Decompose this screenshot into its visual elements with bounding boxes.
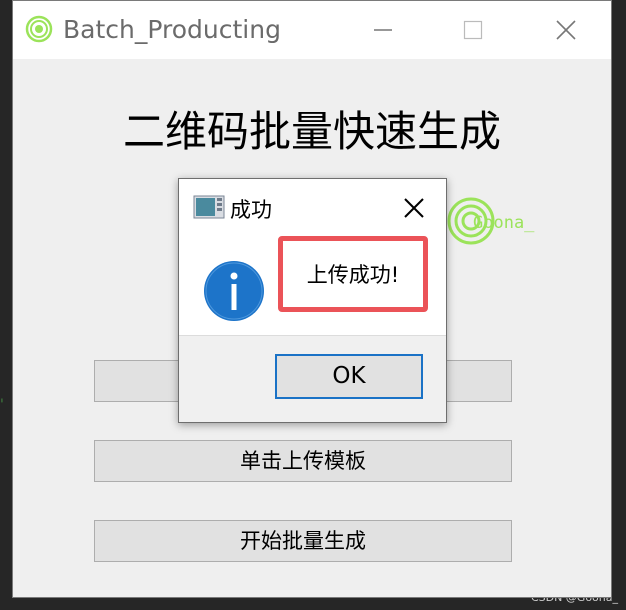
- background-editor-text: ': [0, 395, 10, 435]
- page-title: 二维码批量快速生成: [122, 107, 501, 156]
- title-bar[interactable]: Batch_Producting: [13, 1, 611, 59]
- window-title: Batch_Producting: [63, 15, 281, 44]
- dialog-window-icon: [193, 195, 225, 219]
- dialog-body: 上传成功!: [179, 235, 446, 336]
- dialog-close-button[interactable]: [392, 191, 436, 225]
- dialog-message: 上传成功!: [306, 263, 400, 287]
- info-icon: [204, 261, 264, 321]
- message-highlight: 上传成功!: [278, 236, 428, 312]
- goona-logo: Goona_: [447, 197, 535, 245]
- dialog-title-bar[interactable]: 成功: [179, 179, 446, 235]
- close-icon: [404, 198, 424, 218]
- start-batch-button[interactable]: 开始批量生成: [94, 520, 512, 562]
- close-button[interactable]: [546, 11, 586, 49]
- ok-button[interactable]: OK: [275, 354, 423, 399]
- upload-template-button[interactable]: 单击上传模板: [94, 440, 512, 482]
- maximize-button[interactable]: [453, 11, 493, 49]
- logo-text: Goona_: [473, 213, 535, 233]
- success-dialog: 成功 上传成功! OK: [178, 178, 447, 423]
- app-logo-icon: [25, 15, 53, 43]
- close-icon: [556, 20, 576, 40]
- minimize-button[interactable]: [363, 11, 403, 49]
- maximize-icon: [463, 20, 483, 40]
- dialog-title: 成功: [230, 198, 272, 222]
- background-code-char: ': [0, 397, 4, 413]
- minimize-icon: [374, 29, 392, 31]
